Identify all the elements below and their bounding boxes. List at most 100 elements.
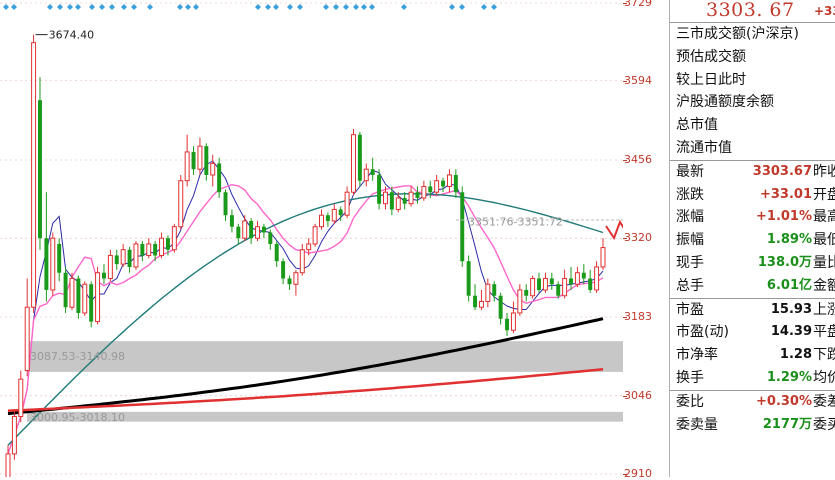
candle-body <box>415 192 420 198</box>
y-tick-label: 3594 <box>624 73 652 87</box>
quote-row: 市盈 15.93 上涨 <box>670 299 835 322</box>
marker-dot <box>121 4 127 10</box>
candle-body <box>107 254 113 279</box>
quote-row-label: 涨跌 <box>676 186 704 203</box>
candle-body <box>217 163 222 193</box>
candle-body <box>229 215 234 227</box>
y-tick-mark <box>623 3 627 4</box>
candle-body <box>505 318 510 331</box>
quote-row: 涨幅 +1.01% 最高 <box>670 206 835 229</box>
candle-body <box>133 243 139 268</box>
candle-body <box>153 243 158 256</box>
candle-body <box>408 191 414 205</box>
candle-body <box>18 378 24 417</box>
quote-row: 总手 6.01亿 金额 <box>670 275 835 298</box>
quote-row-label: 涨幅 <box>676 209 704 226</box>
candle-body <box>57 243 62 273</box>
candle-body <box>498 295 503 319</box>
quote-row-label2: 开盘 <box>813 186 835 203</box>
quote-row: 最新 3303.67 昨收 <box>670 161 835 184</box>
marker-dot <box>287 4 293 10</box>
candle-body <box>325 215 330 221</box>
marker-dot <box>131 4 137 10</box>
candle-body <box>319 214 324 228</box>
y-tick-mark <box>623 159 627 161</box>
quote-row-label2: 均价 <box>813 369 835 386</box>
candle-body <box>171 226 177 251</box>
marker-dot <box>11 4 17 10</box>
candle-body <box>569 278 573 285</box>
candle-body <box>588 278 593 290</box>
candle-body <box>140 243 145 256</box>
candle-body <box>50 237 56 291</box>
marker-dot <box>297 4 303 10</box>
y-tick-label: 3046 <box>624 388 652 402</box>
candle-body <box>95 272 101 323</box>
candle-body <box>357 134 362 181</box>
quote-row: 涨跌 +33.01 开盘 <box>670 184 835 207</box>
marker-dot <box>67 4 73 10</box>
candle-body <box>562 277 568 297</box>
marker-dot <box>449 4 455 10</box>
quote-row-label: 委卖量 <box>676 416 718 433</box>
candle-body <box>402 197 407 204</box>
candle-body <box>5 453 11 477</box>
marker-dot <box>273 4 279 10</box>
order-book-section: 委比 +0.30% 委差 委卖量 2177万 委买 <box>670 391 835 437</box>
valuation-section: 市盈 15.93 上涨 市盈(动) 14.39 平盘 市净率 1.28 下跌 换手 1.29% 均价 <box>670 299 835 390</box>
marker-dot <box>343 4 349 10</box>
candle-body <box>351 134 356 193</box>
candle-body <box>537 278 542 290</box>
candle-body <box>530 277 536 297</box>
candle-body <box>370 169 375 175</box>
y-tick-mark <box>623 316 627 318</box>
market-stats-labels: 三市成交额(沪深京) 预估成交额 较上日此时 沪股通额度余额 总市值 流通市值 <box>670 23 835 160</box>
range-label: 3087.53-3140.98 <box>30 350 125 363</box>
quote-row-label: 振幅 <box>676 232 704 249</box>
candle-body <box>581 272 586 279</box>
latest-price: 3303. 67 <box>706 0 795 21</box>
candle-body <box>510 312 516 331</box>
y-tick-label: 3183 <box>624 309 652 323</box>
quote-row: 现手 138.0万 量比 <box>670 252 835 275</box>
quote-row-value: 6.01亿 <box>766 277 812 293</box>
marker-dot <box>89 4 95 10</box>
quote-header: 3303. 67 +33.0 <box>670 0 835 23</box>
candle-body <box>178 180 184 228</box>
candlestick-chart[interactable]: 3674.40 3351.76-3351.72 3087.53-3140.98 300… <box>0 0 623 477</box>
quote-row-label2: 最低 <box>813 232 835 249</box>
quote-row-value: +0.30% <box>756 393 812 409</box>
candle-body <box>191 151 196 170</box>
quote-row-value: 14.39 <box>770 324 812 340</box>
marker-dot <box>265 4 271 10</box>
candle-body <box>249 220 254 239</box>
marker-dot <box>57 4 63 10</box>
candle-body <box>574 272 580 285</box>
marker-dot <box>3 4 9 10</box>
quote-row-value: 1.89% <box>766 232 812 248</box>
candle-body <box>441 180 446 187</box>
range-label: 3351.76-3351.72 <box>468 215 563 228</box>
quote-row-label2: 上涨 <box>813 301 835 318</box>
stat-label: 较上日此时 <box>676 71 746 88</box>
quote-row: 委卖量 2177万 委买 <box>670 414 835 437</box>
marker-dot <box>369 4 375 10</box>
quote-row-label: 总手 <box>676 277 704 294</box>
y-tick-label: 3729 <box>624 0 652 9</box>
candle-body <box>242 220 248 239</box>
candle-body <box>299 249 305 274</box>
candle-body <box>446 174 452 187</box>
quote-row-value: 1.28 <box>779 347 812 363</box>
quote-row-label: 现手 <box>676 254 704 271</box>
quote-row-label2: 金额 <box>813 277 835 294</box>
chart-canvas[interactable]: 3674.40 3351.76-3351.72 3087.53-3140.98 300… <box>0 0 623 477</box>
y-tick-label: 3320 <box>624 231 652 245</box>
y-tick-mark <box>623 238 627 240</box>
candle-body <box>312 226 318 245</box>
candle-body <box>524 289 529 296</box>
candle-body <box>382 191 388 205</box>
candle-body <box>120 249 126 265</box>
candle-body <box>31 42 37 308</box>
candle-body <box>127 249 132 267</box>
marker-dot <box>353 4 359 10</box>
